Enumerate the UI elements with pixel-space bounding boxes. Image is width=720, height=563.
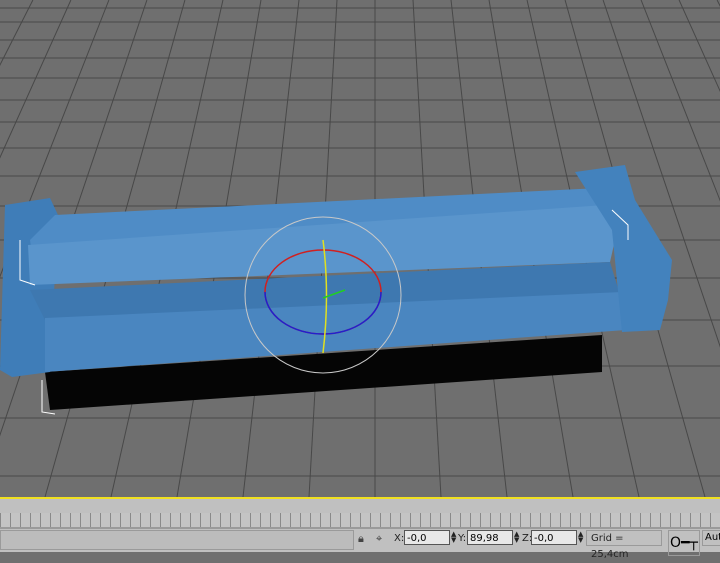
absolute-transform-icon[interactable]: ⌖: [376, 532, 382, 546]
time-slider-track[interactable]: [0, 513, 720, 529]
perspective-viewport[interactable]: [0, 0, 720, 497]
x-spinner[interactable]: ▲ ▼: [451, 531, 457, 544]
lock-icon[interactable]: 🔒︎: [358, 532, 364, 546]
z-spinner[interactable]: ▲ ▼: [578, 531, 584, 544]
y-label: Y:: [458, 533, 467, 544]
y-spinner[interactable]: ▲ ▼: [514, 531, 520, 544]
x-coordinate-field[interactable]: -0,0: [404, 530, 450, 545]
x-label: X:: [394, 533, 405, 544]
key-icon[interactable]: O━┬: [668, 530, 700, 556]
y-coordinate-field[interactable]: 89,98: [467, 530, 513, 545]
status-bar: 🔒︎ ⌖ X: -0,0 ▲ ▼ Y: 89,98 ▲ ▼ Z: -0,0 ▲ ▼ G…: [0, 497, 720, 560]
prompt-line: [0, 530, 354, 550]
grid-size-readout: Grid = 25,4cm: [586, 530, 662, 560]
z-coordinate-field[interactable]: -0,0: [531, 530, 577, 545]
auto-key-button[interactable]: Auto: [702, 530, 720, 546]
